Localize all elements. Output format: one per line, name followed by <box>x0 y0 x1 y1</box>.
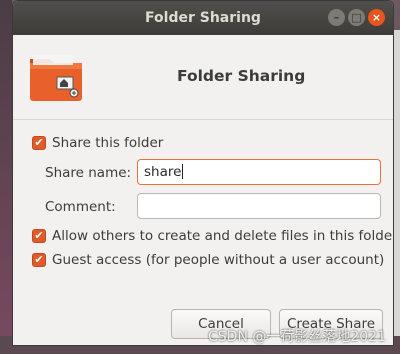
share-name-input[interactable]: share <box>137 159 381 185</box>
allow-others-label: Allow others to create and delete files … <box>52 228 394 244</box>
comment-row: Comment: <box>45 199 116 215</box>
titlebar[interactable]: Folder Sharing – □ × <box>13 1 393 35</box>
dialog-header: Folder Sharing <box>13 35 393 119</box>
close-button[interactable]: × <box>368 9 385 26</box>
share-name-label: Share name: <box>45 165 132 181</box>
dialog-heading: Folder Sharing <box>177 67 306 85</box>
window-title: Folder Sharing <box>145 10 261 26</box>
text-caret <box>182 164 184 179</box>
share-name-row: Share name: <box>45 165 131 181</box>
share-name-value: share <box>144 164 182 180</box>
desktop-background-left <box>0 0 12 354</box>
header-separator <box>13 119 393 120</box>
comment-input[interactable] <box>137 193 381 219</box>
share-folder-checkbox[interactable]: ✔ <box>32 136 46 150</box>
comment-label: Comment: <box>45 199 116 215</box>
guest-access-option[interactable]: ✔ Guest access (for people without a use… <box>32 252 384 268</box>
folder-share-icon <box>30 55 82 101</box>
guest-access-checkbox[interactable]: ✔ <box>32 253 46 267</box>
share-folder-option[interactable]: ✔ Share this folder <box>32 135 163 151</box>
minimize-button[interactable]: – <box>328 9 345 26</box>
guest-access-label: Guest access (for people without a user … <box>52 252 385 268</box>
folder-sharing-dialog: Folder Sharing – □ × Folder Sharing ✔ Sh… <box>12 0 394 346</box>
window-controls: – □ × <box>328 9 385 26</box>
allow-others-checkbox[interactable]: ✔ <box>32 229 46 243</box>
csdn-watermark: CSDN @一荷影丝落地2021 <box>208 329 386 345</box>
maximize-button[interactable]: □ <box>348 9 365 26</box>
share-folder-label: Share this folder <box>52 135 164 151</box>
allow-others-option[interactable]: ✔ Allow others to create and delete file… <box>32 228 394 244</box>
